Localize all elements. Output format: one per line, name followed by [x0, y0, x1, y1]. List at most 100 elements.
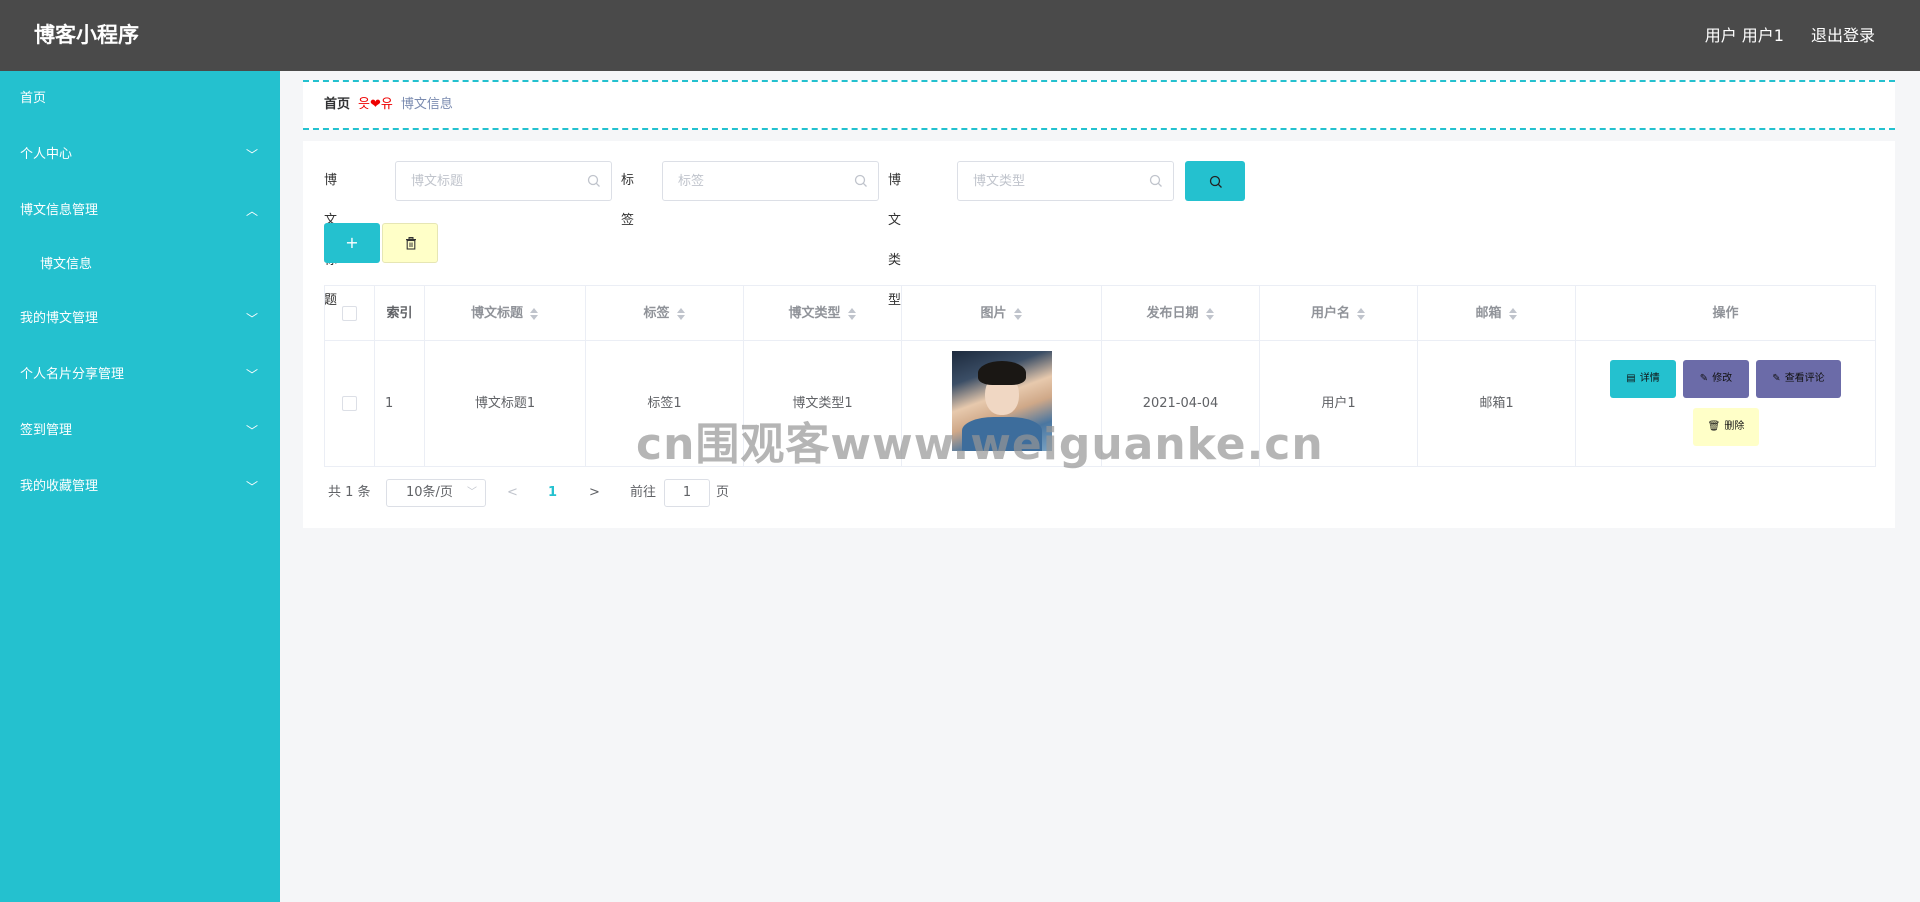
col-header-title[interactable]: 博文标题	[425, 286, 586, 341]
sort-icon[interactable]	[1205, 307, 1215, 321]
detail-button-label: 详情	[1639, 373, 1660, 384]
sidebar-item-my-blog-management[interactable]: 我的博文管理 ﹀	[0, 291, 280, 347]
detail-button[interactable]: ▤ 详情	[1610, 360, 1676, 398]
sort-icon[interactable]	[847, 307, 857, 321]
edit-button-label: 修改	[1712, 373, 1733, 384]
breadcrumb-separator: 읏❤유	[358, 97, 393, 112]
sort-icon[interactable]	[1508, 307, 1518, 321]
breadcrumb-home[interactable]: 首页	[324, 97, 350, 112]
pencil-icon: ✎	[1772, 373, 1781, 384]
search-icon	[1209, 175, 1222, 188]
sidebar-item-label: 博文信息	[40, 257, 93, 272]
goto-label: 前往	[630, 485, 657, 500]
document-icon: ▤	[1626, 373, 1636, 384]
col-header-index: 索引	[375, 286, 425, 341]
sidebar-item-blog-info-management[interactable]: 博文信息管理 ︿	[0, 183, 280, 239]
col-header-label: 发布日期	[1146, 306, 1199, 321]
table-cell-index: 1	[375, 341, 425, 466]
sidebar-item-label: 我的博文管理	[20, 311, 99, 326]
chevron-down-icon: ﹀	[245, 312, 258, 326]
tag-filter-input[interactable]	[663, 162, 848, 200]
search-icon	[854, 174, 867, 187]
sidebar-item-label: 博文信息管理	[20, 203, 99, 218]
type-filter-field[interactable]	[957, 161, 1174, 201]
trash-icon: 🗑	[1707, 421, 1721, 432]
sidebar-item-label: 首页	[20, 91, 47, 106]
col-header-username[interactable]: 用户名	[1260, 286, 1418, 341]
col-header-label: 标签	[643, 306, 670, 321]
pagination-total: 共 1 条	[328, 485, 371, 500]
col-header-type[interactable]: 博文类型	[744, 286, 902, 341]
sort-icon[interactable]	[529, 307, 539, 321]
chevron-down-icon: ﹀	[245, 480, 258, 494]
title-filter-field[interactable]	[395, 161, 612, 201]
sort-icon[interactable]	[1356, 307, 1366, 321]
select-all-cell	[325, 286, 375, 341]
col-header-label: 图片	[980, 306, 1007, 321]
col-header-actions: 操作	[1576, 286, 1875, 341]
row-checkbox[interactable]	[342, 396, 357, 411]
prev-page-button[interactable]: <	[507, 479, 518, 507]
col-header-label: 邮箱	[1475, 306, 1502, 321]
chevron-down-icon: ﹀	[245, 424, 258, 438]
breadcrumb-current: 博文信息	[400, 97, 453, 112]
trash-icon	[406, 237, 416, 250]
sidebar-item-label: 我的收藏管理	[20, 479, 99, 494]
chevron-down-icon: ﹀	[467, 487, 477, 498]
watermark: cn围观客www.weiguanke.cn	[636, 419, 1324, 470]
chevron-down-icon: ﹀	[245, 368, 258, 382]
sort-icon[interactable]	[1013, 307, 1023, 321]
col-header-tag[interactable]: 标签	[586, 286, 744, 341]
col-header-image[interactable]: 图片	[902, 286, 1102, 341]
sidebar-item-blog-info[interactable]: 博文信息	[0, 239, 280, 291]
type-filter-input[interactable]	[958, 162, 1143, 200]
next-page-button[interactable]: >	[589, 479, 600, 507]
row-select-cell	[325, 341, 375, 466]
sidebar-item-home[interactable]: 首页	[0, 71, 280, 127]
sidebar-item-favorites-management[interactable]: 我的收藏管理 ﹀	[0, 459, 280, 515]
page-size-select[interactable]: 10条/页 ﹀	[386, 479, 486, 507]
col-header-date[interactable]: 发布日期	[1102, 286, 1260, 341]
col-header-label: 用户名	[1310, 306, 1350, 321]
delete-button-label: 删除	[1724, 421, 1745, 432]
batch-delete-button[interactable]	[382, 223, 438, 263]
app-title: 博客小程序	[34, 23, 139, 47]
table-cell-email: 邮箱1	[1418, 341, 1576, 466]
table-cell-actions: ▤ 详情 ✎ 修改 ✎ 查看评论 🗑 删除	[1576, 341, 1875, 466]
sidebar-item-label: 个人中心	[20, 147, 73, 162]
sidebar-item-label: 签到管理	[20, 423, 73, 438]
add-button[interactable]: +	[324, 223, 380, 263]
current-user: 用户 用户1	[1704, 26, 1784, 45]
chevron-down-icon: ﹀	[245, 148, 258, 162]
page-number-current[interactable]: 1	[548, 479, 557, 507]
view-comments-button[interactable]: ✎ 查看评论	[1756, 360, 1841, 398]
search-button[interactable]	[1185, 161, 1245, 201]
breadcrumb-bar: 首页 읏❤유 博文信息	[303, 80, 1895, 130]
sidebar-item-label: 个人名片分享管理	[20, 367, 125, 382]
goto-suffix: 页	[716, 485, 730, 500]
col-header-label: 博文标题	[470, 306, 523, 321]
col-header-email[interactable]: 邮箱	[1418, 286, 1576, 341]
search-icon	[587, 174, 600, 187]
edit-button[interactable]: ✎ 修改	[1683, 360, 1749, 398]
view-comments-label: 查看评论	[1784, 373, 1825, 384]
page-size-value: 10条/页	[406, 485, 453, 500]
delete-button[interactable]: 🗑 删除	[1693, 408, 1759, 446]
tag-filter-label: 标签	[621, 173, 635, 228]
thumbnail-hair	[978, 361, 1026, 385]
tag-filter-field[interactable]	[662, 161, 879, 201]
sidebar-item-checkin-management[interactable]: 签到管理 ﹀	[0, 403, 280, 459]
logout-link[interactable]: 退出登录	[1811, 0, 1875, 71]
sidebar-item-personal-center[interactable]: 个人中心 ﹀	[0, 127, 280, 183]
breadcrumb: 首页 읏❤유 博文信息	[324, 82, 453, 128]
title-filter-input[interactable]	[396, 162, 581, 200]
sort-icon[interactable]	[676, 307, 686, 321]
chevron-up-icon: ︿	[245, 204, 258, 218]
sidebar: 首页 个人中心 ﹀ 博文信息管理 ︿ 博文信息 我的博文管理 ﹀ 个人名片分享管…	[0, 71, 280, 902]
goto-page-input[interactable]: 1	[664, 479, 710, 507]
table-cell-title: 博文标题1	[425, 341, 586, 466]
select-all-checkbox[interactable]	[342, 306, 357, 321]
sidebar-item-card-share-management[interactable]: 个人名片分享管理 ﹀	[0, 347, 280, 403]
search-icon	[1149, 174, 1162, 187]
pencil-icon: ✎	[1699, 373, 1709, 384]
